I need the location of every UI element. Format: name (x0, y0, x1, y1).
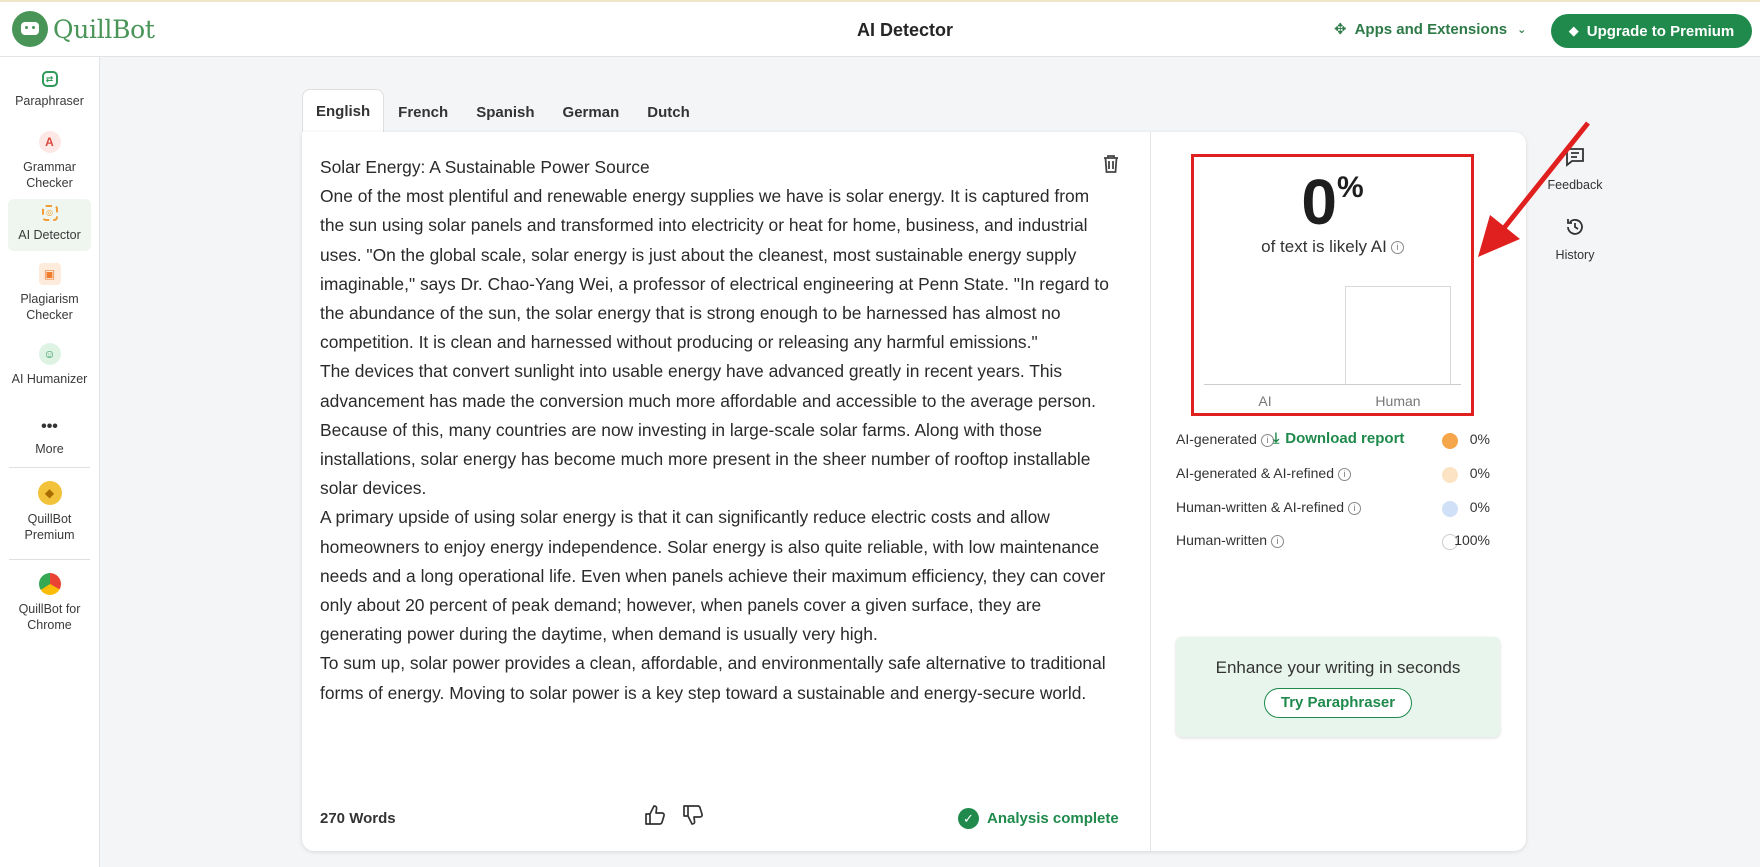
legend-percent: 0% (1469, 431, 1490, 447)
thumbs-up-icon[interactable] (644, 804, 666, 832)
ai-detector-icon: ◎ (41, 205, 58, 221)
sidebar-item-paraphraser[interactable]: ⇄ Paraphraser (8, 65, 91, 117)
text-title-line: Solar Energy: A Sustainable Power Source (320, 157, 650, 177)
sidebar-item-ai-humanizer[interactable]: ☺ AI Humanizer (8, 337, 91, 407)
paraphraser-icon: ⇄ (41, 71, 58, 87)
sidebar-item-label: AI Humanizer (11, 372, 88, 386)
ai-score-caption: of text is likely AI i (1194, 237, 1471, 257)
word-count: 270 Words (320, 810, 396, 827)
sidebar-divider (9, 467, 90, 468)
language-tabs: English French Spanish German Dutch (302, 89, 704, 133)
plagiarism-checker-icon: ▣ (38, 263, 61, 285)
legend-label: Human-written & AI-refined i (1176, 499, 1362, 515)
sidebar-item-label: More (35, 442, 64, 456)
legend-human-written-ai-refined: Human-written & AI-refined i 0% (1176, 499, 1506, 519)
feedback-thumbs (644, 804, 704, 832)
sidebar-divider (9, 559, 90, 560)
sidebar-item-label: Paraphraser (15, 94, 84, 108)
input-text-area[interactable]: Solar Energy: A Sustainable Power Source… (320, 153, 1110, 708)
text-paragraph: A primary upside of using solar energy i… (320, 507, 1106, 645)
sidebar-item-plagiarism-checker[interactable]: ▣ Plagiarism Checker (8, 257, 91, 327)
tab-french[interactable]: French (384, 91, 462, 133)
bar-human (1345, 286, 1451, 384)
sidebar-item-label: Grammar Checker (23, 160, 76, 190)
top-bar: QuillBot AI Detector ✥ Apps and Extensio… (0, 0, 1760, 57)
legend-label: AI-generated & AI-refined i (1176, 465, 1351, 481)
more-dots-icon: ••• (41, 418, 58, 435)
promo-title: Enhance your writing in seconds (1215, 658, 1461, 677)
legend-label-text: Human-written (1176, 532, 1268, 548)
info-icon[interactable]: i (1260, 433, 1274, 447)
text-editor-panel: Solar Energy: A Sustainable Power Source… (302, 132, 1151, 851)
legend-percent: 100% (1454, 532, 1490, 548)
sidebar-item-ai-detector[interactable]: ◎ AI Detector (8, 199, 91, 251)
thumbs-down-icon[interactable] (682, 804, 704, 832)
detector-card: Solar Energy: A Sustainable Power Source… (302, 132, 1526, 851)
tab-dutch[interactable]: Dutch (633, 91, 704, 133)
tab-spanish[interactable]: Spanish (462, 91, 548, 133)
legend-label: Human-written i (1176, 532, 1285, 548)
analysis-status-label: Analysis complete (987, 810, 1119, 827)
legend-dot (1442, 501, 1458, 517)
premium-diamond-icon: ◆ (37, 481, 62, 505)
legend-percent: 0% (1469, 499, 1490, 515)
tab-german[interactable]: German (549, 91, 634, 133)
sidebar-item-grammar-checker[interactable]: A Grammar Checker (8, 125, 91, 190)
info-icon[interactable]: i (1390, 241, 1404, 255)
analysis-status: ✓ Analysis complete (958, 808, 1119, 829)
legend-label-text: AI-generated (1176, 431, 1257, 447)
annotation-arrow-icon (1478, 121, 1590, 257)
legend-dot (1442, 433, 1458, 449)
ai-human-chart (1204, 285, 1461, 385)
text-paragraph: To sum up, solar power provides a clean,… (320, 653, 1106, 703)
sidebar-item-more[interactable]: ••• More (8, 415, 91, 465)
text-paragraph: One of the most plentiful and renewable … (320, 186, 1109, 353)
trash-icon[interactable] (1102, 154, 1120, 179)
sidebar: ⇄ Paraphraser A Grammar Checker ◎ AI Det… (0, 57, 100, 867)
bar-label-human: Human (1375, 393, 1421, 409)
ai-humanizer-icon: ☺ (38, 343, 61, 365)
sidebar-item-label: Plagiarism Checker (20, 292, 79, 322)
legend-label-text: AI-generated & AI-refined (1176, 465, 1334, 481)
legend-human-written: Human-written i 100% (1176, 532, 1506, 552)
tab-english[interactable]: English (302, 89, 385, 133)
ai-score-box: 0% of text is likely AI i AI Human (1191, 154, 1474, 416)
try-paraphraser-button[interactable]: Try Paraphraser (1264, 688, 1412, 718)
apps-and-extensions-label: Apps and Extensions (1354, 20, 1508, 38)
legend-label: AI-generated i (1176, 431, 1274, 447)
diamond-icon: ◆ (1568, 23, 1579, 38)
ai-score-caption-text: of text is likely AI (1261, 237, 1387, 256)
legend-percent: 0% (1469, 465, 1490, 481)
legend-dot (1442, 467, 1458, 483)
puzzle-icon: ✥ (1334, 21, 1347, 38)
chevron-down-icon: ⌄ (1517, 23, 1527, 36)
check-circle-icon: ✓ (958, 808, 979, 829)
legend-ai-generated-ai-refined: AI-generated & AI-refined i 0% (1176, 465, 1506, 485)
upgrade-to-premium-button[interactable]: ◆ Upgrade to Premium (1551, 14, 1752, 48)
paraphraser-promo: Enhance your writing in seconds Try Para… (1176, 637, 1500, 737)
ai-score: 0% (1194, 165, 1471, 239)
apps-and-extensions-menu[interactable]: ✥ Apps and Extensions ⌄ (1334, 20, 1527, 39)
sidebar-item-quillbot-premium[interactable]: ◆ QuillBot Premium (8, 475, 91, 547)
text-paragraph: The devices that convert sunlight into u… (320, 361, 1096, 499)
ai-score-value: 0 (1301, 166, 1337, 238)
sidebar-item-label: QuillBot for Chrome (18, 602, 81, 632)
sidebar-item-quillbot-for-chrome[interactable]: QuillBot for Chrome (8, 567, 91, 639)
upgrade-label: Upgrade to Premium (1586, 22, 1735, 40)
sidebar-item-label: QuillBot Premium (24, 512, 75, 542)
info-icon[interactable]: i (1338, 467, 1351, 481)
info-icon[interactable]: i (1271, 534, 1285, 548)
sidebar-item-label: AI Detector (18, 228, 81, 242)
legend-ai-generated: AI-generated i 0% (1176, 431, 1506, 451)
chrome-icon (38, 573, 61, 595)
info-icon[interactable]: i (1348, 501, 1362, 515)
grammar-checker-icon: A (38, 131, 61, 153)
legend-label-text: Human-written & AI-refined (1176, 499, 1345, 515)
bar-label-ai: AI (1258, 393, 1272, 409)
ai-score-unit: % (1336, 171, 1364, 204)
